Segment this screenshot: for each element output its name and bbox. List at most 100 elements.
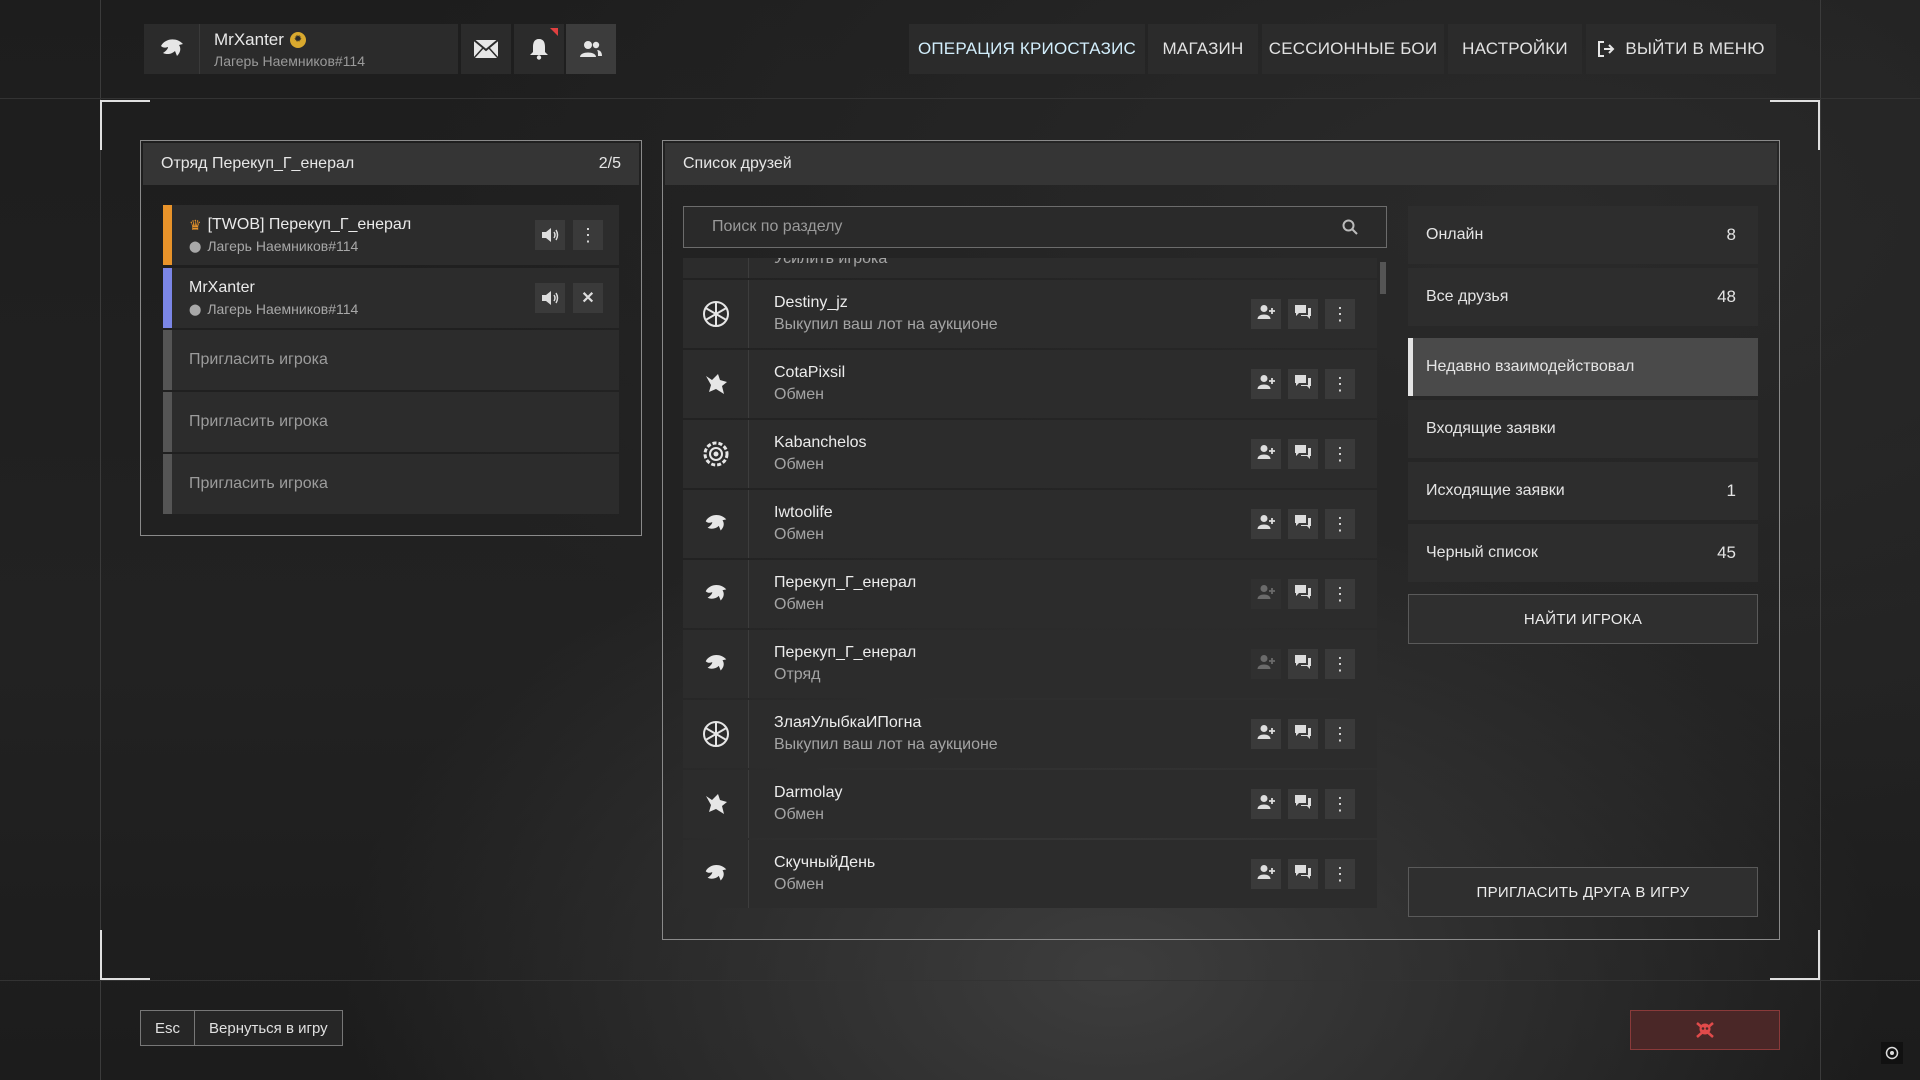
category-label: Исходящие заявки — [1426, 482, 1565, 499]
chat-icon — [1294, 724, 1312, 745]
list-scrollbar[interactable] — [1380, 262, 1386, 294]
squad-count: 2/5 — [598, 155, 621, 172]
location-pin-icon: ⬤ — [189, 303, 202, 316]
invite-player-slot[interactable]: Пригласить игрока — [163, 392, 619, 452]
list-item[interactable]: Перекуп_Г_енерал Отряд ⋮ — [683, 630, 1377, 698]
category-incoming[interactable]: Входящие заявки — [1408, 400, 1758, 458]
squad-member-leader[interactable]: ♛ [TWOB] Перекуп_Г_енерал ⬤ Лагерь Наемник… — [163, 205, 619, 265]
friend-name: CotaPixsil — [774, 364, 846, 381]
invite-player-slot[interactable]: Пригласить игрока — [163, 454, 619, 514]
friends-list[interactable]: Усилить игрока Destiny_jz Выкупил ваш лот… — [683, 258, 1377, 918]
add-friend-button[interactable] — [1251, 789, 1281, 819]
mute-button[interactable] — [535, 220, 565, 250]
friends-header: Список друзей — [665, 143, 1777, 185]
mute-button[interactable] — [535, 283, 565, 313]
category-blacklist[interactable]: Черный список 45 — [1408, 524, 1758, 582]
rank-badge-icon: ✹ — [289, 31, 306, 48]
add-friend-button[interactable] — [1251, 579, 1281, 609]
squad-header: Отряд Перекуп_Г_енерал 2/5 — [143, 143, 639, 185]
chat-button[interactable] — [1288, 369, 1318, 399]
close-icon: ✕ — [581, 290, 595, 307]
friend-menu-button[interactable]: ⋮ — [1325, 719, 1355, 749]
list-item[interactable]: Перекуп_Г_енерал Обмен ⋮ — [683, 560, 1377, 628]
back-to-game-button[interactable]: Esc Вернуться в игру — [140, 1010, 343, 1046]
add-user-icon — [1257, 374, 1275, 395]
invite-friend-button[interactable]: ПРИГЛАСИТЬ ДРУГА В ИГРУ — [1408, 867, 1758, 917]
list-item[interactable]: СкучныйДень Обмен ⋮ — [683, 840, 1377, 908]
friend-menu-button[interactable]: ⋮ — [1325, 649, 1355, 679]
leave-squad-button[interactable]: ✕ — [573, 283, 603, 313]
nav-session-battles[interactable]: СЕССИОННЫЕ БОИ — [1262, 24, 1444, 74]
friend-name: СкучныйДень — [774, 854, 876, 871]
friend-status: Обмен — [774, 806, 824, 823]
find-player-button[interactable]: НАЙТИ ИГРОКА — [1408, 594, 1758, 644]
friend-menu-button[interactable]: ⋮ — [1325, 579, 1355, 609]
list-item[interactable]: ЗлаяУлыбкаИПогна Выкупил ваш лот на аукци… — [683, 700, 1377, 768]
list-item[interactable]: Darmolay Обмен ⋮ — [683, 770, 1377, 838]
chat-icon — [1294, 794, 1312, 815]
report-button[interactable] — [1630, 1010, 1780, 1050]
friend-menu-button[interactable]: ⋮ — [1325, 859, 1355, 889]
category-recent[interactable]: Недавно взаимодействовал — [1408, 338, 1758, 396]
member-menu-button[interactable]: ⋮ — [573, 220, 603, 250]
add-friend-button[interactable] — [1251, 299, 1281, 329]
list-item[interactable]: CotaPixsil Обмен ⋮ — [683, 350, 1377, 418]
more-vertical-icon: ⋮ — [1331, 864, 1349, 884]
chat-button[interactable] — [1288, 719, 1318, 749]
category-outgoing[interactable]: Исходящие заявки 1 — [1408, 462, 1758, 520]
add-user-icon — [1257, 514, 1275, 535]
nav-operation[interactable]: ОПЕРАЦИЯ КРИОСТАЗИС — [909, 24, 1145, 74]
search-box[interactable] — [683, 206, 1387, 248]
chat-button[interactable] — [1288, 439, 1318, 469]
list-item[interactable]: Усилить игрока — [683, 258, 1377, 278]
friend-menu-button[interactable]: ⋮ — [1325, 369, 1355, 399]
add-friend-button[interactable] — [1251, 369, 1281, 399]
add-friend-button[interactable] — [1251, 439, 1281, 469]
nav-settings[interactable]: НАСТРОЙКИ — [1448, 24, 1582, 74]
search-icon[interactable] — [1342, 219, 1358, 235]
friend-menu-button[interactable]: ⋮ — [1325, 509, 1355, 539]
add-friend-button[interactable] — [1251, 649, 1281, 679]
add-friend-button[interactable] — [1251, 859, 1281, 889]
friend-name: Darmolay — [774, 784, 843, 801]
add-user-icon — [1257, 864, 1275, 885]
add-friend-button[interactable] — [1251, 719, 1281, 749]
list-item[interactable]: Kabanchelos Обмен ⋮ — [683, 420, 1377, 488]
snowflake-icon — [683, 700, 749, 768]
more-vertical-icon: ⋮ — [1331, 514, 1349, 534]
add-friend-button[interactable] — [1251, 509, 1281, 539]
friend-menu-button[interactable]: ⋮ — [1325, 439, 1355, 469]
friends-button[interactable] — [566, 24, 616, 74]
category-all-friends[interactable]: Все друзья 48 — [1408, 268, 1758, 326]
chat-icon — [1294, 584, 1312, 605]
chat-button[interactable] — [1288, 509, 1318, 539]
more-vertical-icon: ⋮ — [579, 225, 597, 245]
friend-menu-button[interactable]: ⋮ — [1325, 299, 1355, 329]
add-user-icon — [1257, 654, 1275, 675]
chat-button[interactable] — [1288, 579, 1318, 609]
friend-menu-button[interactable]: ⋮ — [1325, 789, 1355, 819]
chat-button[interactable] — [1288, 859, 1318, 889]
nav-exit-label: ВЫЙТИ В МЕНЮ — [1625, 39, 1765, 58]
nav-shop[interactable]: МАГАЗИН — [1148, 24, 1258, 74]
chat-button[interactable] — [1288, 649, 1318, 679]
notifications-button[interactable] — [514, 24, 564, 74]
category-online[interactable]: Онлайн 8 — [1408, 206, 1758, 264]
bell-icon — [530, 39, 548, 60]
speaker-icon — [542, 291, 559, 305]
category-label: Онлайн — [1426, 226, 1484, 243]
category-count: 8 — [1726, 225, 1736, 244]
friends-title: Список друзей — [683, 155, 792, 172]
chat-button[interactable] — [1288, 789, 1318, 819]
category-count: 45 — [1717, 543, 1736, 562]
chat-button[interactable] — [1288, 299, 1318, 329]
squad-member-self[interactable]: MrXanter ⬤ Лагерь Наемников#114 ✕ — [163, 268, 619, 328]
mail-button[interactable] — [461, 24, 511, 74]
category-label: Недавно взаимодействовал — [1426, 358, 1635, 375]
profile-card[interactable]: MrXanter ✹ Лагерь Наемников#114 — [144, 24, 458, 74]
list-item[interactable]: Iwtoolife Обмен ⋮ — [683, 490, 1377, 558]
list-item[interactable]: Destiny_jz Выкупил ваш лот на аукционе ⋮ — [683, 280, 1377, 348]
nav-exit-menu[interactable]: ВЫЙТИ В МЕНЮ — [1586, 24, 1776, 74]
invite-player-slot[interactable]: Пригласить игрока — [163, 330, 619, 390]
search-input[interactable] — [712, 218, 1312, 236]
